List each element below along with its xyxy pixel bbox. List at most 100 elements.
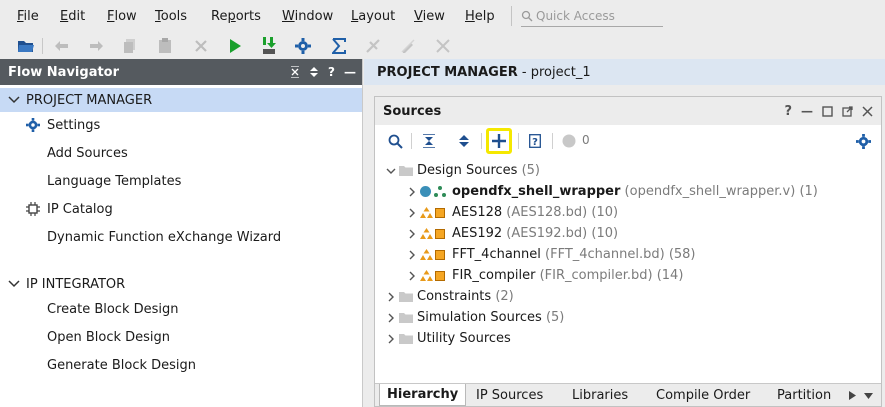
menu-mnemonic: F [107,9,115,24]
tree-row-constraints[interactable]: Constraints (2) [375,286,881,307]
menu-tools[interactable]: Tools [155,9,187,24]
tree-row-utility-sources[interactable]: Utility Sources [375,328,881,349]
tab-libraries[interactable]: Libraries [572,388,628,403]
copy-icon[interactable] [120,36,140,56]
chevron-right-icon[interactable] [407,250,417,260]
tree-row-fft-4channel[interactable]: FFT_4channel (FFT_4channel.bd) (58) [375,244,881,265]
sigma-icon[interactable] [329,36,349,56]
chevron-down-icon[interactable] [8,278,20,290]
disabled-icon-1[interactable] [363,36,383,56]
tab-menu-icon[interactable] [864,391,873,400]
nav-item-dfx-wizard[interactable]: Dynamic Function eXchange Wizard [0,225,362,249]
minimize-icon[interactable]: — [801,104,813,118]
open-project-icon[interactable] [16,36,36,56]
add-sources-button[interactable] [486,128,512,154]
menu-file[interactable]: File [17,9,39,24]
menu-flow[interactable]: Flow [107,9,137,24]
bd-file-icon [435,270,445,281]
run-icon[interactable] [225,36,245,56]
tab-compile-order[interactable]: Compile Order [656,388,750,403]
tree-label: FIR_compiler [452,268,536,283]
block-design-icon [420,228,433,239]
menu-mnemonic: p [227,9,236,24]
menu-mnemonic: E [60,9,69,24]
chevron-right-icon[interactable] [386,292,396,302]
float-icon[interactable] [842,105,853,117]
settings-icon[interactable] [293,36,313,56]
expand-all-icon[interactable] [309,66,319,78]
delete-icon[interactable] [191,36,211,56]
nav-item-language-templates[interactable]: Language Templates [0,169,362,193]
redo-icon[interactable] [86,36,106,56]
chevron-right-icon[interactable] [407,208,417,218]
sources-title: Sources [383,103,442,119]
nav-item-create-block-design[interactable]: Create Block Design [0,297,362,321]
chevron-right-icon[interactable] [386,334,396,344]
nav-item-add-sources[interactable]: Add Sources [0,141,362,165]
menu-edit[interactable]: Edit [60,9,85,24]
tree-label: Constraints [417,289,492,304]
collapse-all-icon[interactable] [418,130,440,152]
menu-reports[interactable]: Reports [211,9,261,24]
tree-label: AES128 [452,205,503,220]
close-icon[interactable] [862,105,873,117]
nav-item-generate-block-design[interactable]: Generate Block Design [0,353,362,377]
chevron-right-icon[interactable] [407,187,417,197]
nav-item-ip-catalog[interactable]: IP Catalog [0,197,362,221]
minimize-icon[interactable]: — [344,65,356,79]
toolbar-divider [552,133,553,149]
paste-icon[interactable] [155,36,175,56]
menu-view[interactable]: View [414,9,445,24]
properties-icon[interactable]: ? [524,130,546,152]
tree-detail: (FIR_compiler.bd) (14) [535,268,684,283]
tab-ip-sources[interactable]: IP Sources [476,388,543,403]
disabled-icon-3[interactable] [433,36,453,56]
expand-all-icon[interactable] [453,130,475,152]
folder-icon [399,166,413,176]
collapse-all-icon[interactable] [290,66,300,78]
tree-row-design-sources[interactable]: Design Sources (5) [375,160,881,181]
search-icon[interactable] [384,130,406,152]
quick-access-search[interactable]: Quick Access [521,6,663,27]
tab-hierarchy[interactable]: Hierarchy [379,384,467,406]
chevron-right-icon[interactable] [386,313,396,323]
menu-help[interactable]: Help [465,9,495,24]
folder-icon [399,334,413,344]
nav-item-settings[interactable]: Settings [0,113,362,137]
tree-row-simulation-sources[interactable]: Simulation Sources (5) [375,307,881,328]
tree-detail: (AES192.bd) (10) [502,226,619,241]
tree-row-opendfx-shell-wrapper[interactable]: opendfx_shell_wrapper (opendfx_shell_wra… [375,181,881,202]
scroll-right-icon[interactable] [849,391,856,400]
maximize-icon[interactable] [822,105,833,117]
help-icon[interactable]: ? [784,104,792,119]
toolbar-divider [518,133,519,149]
disabled-icon-2[interactable] [398,36,418,56]
undo-icon[interactable] [52,36,72,56]
project-name: - project_1 [517,64,591,80]
tab-partition[interactable]: Partition [777,388,841,403]
menu-bar: File Edit Flow Tools Reports Window Layo… [0,0,885,33]
section-ip-integrator[interactable]: IP INTEGRATOR [0,272,362,296]
nav-item-open-block-design[interactable]: Open Block Design [0,325,362,349]
help-icon[interactable]: ? [328,65,335,79]
block-design-icon [420,249,433,260]
tree-row-aes192[interactable]: AES192 (AES192.bd) (10) [375,223,881,244]
section-project-manager[interactable]: PROJECT MANAGER [0,88,362,112]
hierarchy-icon [434,186,446,197]
menu-window[interactable]: Window [282,9,333,24]
menu-divider [511,6,512,26]
chevron-right-icon[interactable] [407,271,417,281]
section-label: IP INTEGRATOR [26,276,126,292]
gear-icon[interactable] [852,130,874,152]
chevron-down-icon[interactable] [386,166,396,176]
flow-navigator-header: Flow Navigator ? — [0,59,362,85]
sources-tab-bar: Hierarchy IP Sources Libraries Compile O… [375,383,881,406]
tree-detail: (2) [491,289,514,304]
chevron-right-icon[interactable] [407,229,417,239]
tree-row-aes128[interactable]: AES128 (AES128.bd) (10) [375,202,881,223]
menu-layout[interactable]: Layout [351,9,395,24]
tree-row-fir-compiler[interactable]: FIR_compiler (FIR_compiler.bd) (14) [375,265,881,286]
chevron-down-icon[interactable] [8,94,20,106]
program-device-icon[interactable] [259,36,279,56]
nav-item-label: Dynamic Function eXchange Wizard [47,229,282,245]
